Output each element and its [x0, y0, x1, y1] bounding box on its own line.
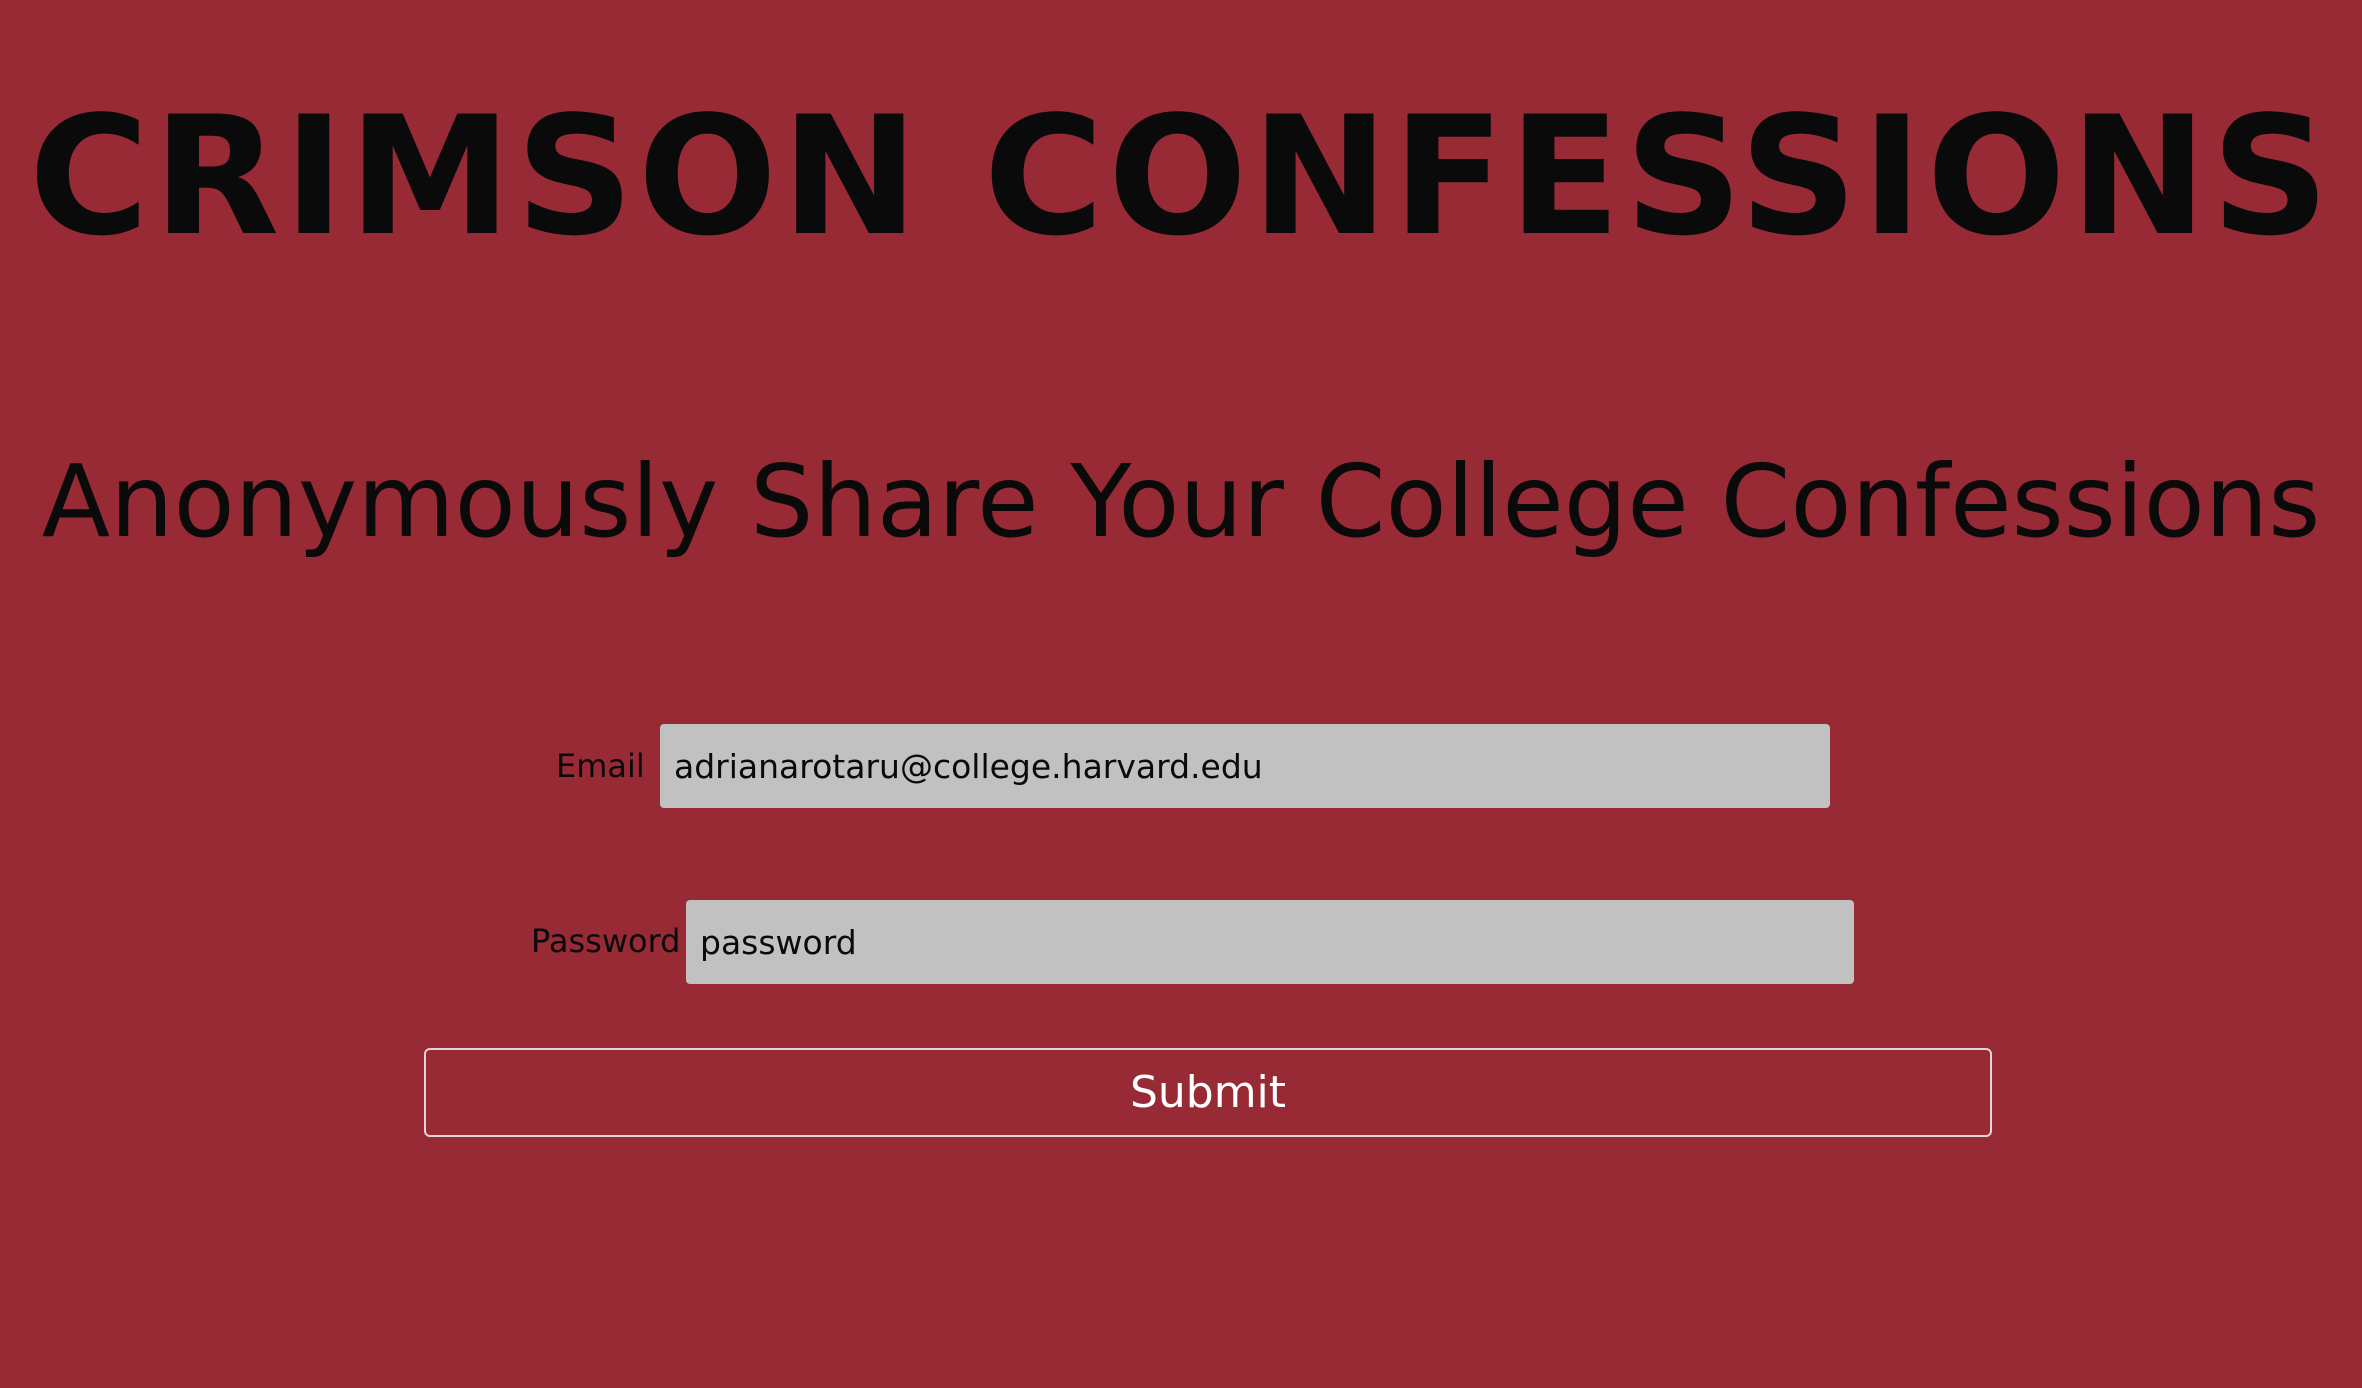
tagline: Anonymously Share Your College Confessio… [41, 443, 2321, 560]
password-field[interactable] [686, 900, 1854, 984]
submit-button[interactable]: Submit [424, 1048, 1992, 1137]
site-title: CRIMSON CONFESSIONS [28, 81, 2334, 272]
email-field[interactable] [660, 724, 1830, 808]
page: CRIMSON CONFESSIONS Anonymously Share Yo… [0, 0, 2362, 1388]
password-label: Password [531, 922, 681, 960]
email-label: Email [556, 747, 645, 785]
